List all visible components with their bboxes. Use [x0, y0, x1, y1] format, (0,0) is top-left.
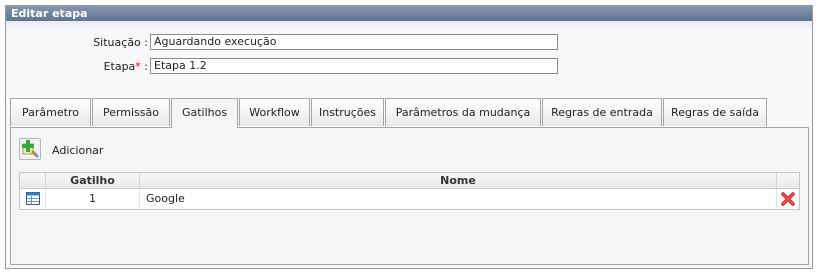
table-row[interactable]: 1 Google	[20, 189, 799, 209]
column-header-gatilho: Gatilho	[46, 173, 140, 188]
etapa-label-text: Etapa	[103, 60, 136, 73]
edit-stage-panel: Editar etapa Situação : Aguardando execu…	[5, 5, 813, 269]
row-delete-cell	[777, 189, 799, 209]
triggers-table: Gatilho Nome 1 Google	[19, 172, 800, 210]
cell-nome: Google	[140, 189, 777, 209]
panel-title: Editar etapa	[6, 6, 812, 21]
table-icon[interactable]	[26, 192, 40, 205]
etapa-field[interactable]: Etapa 1.2	[150, 58, 558, 74]
tab-regras-de-entrada[interactable]: Regras de entrada	[542, 98, 662, 126]
column-header-nome: Nome	[140, 173, 777, 188]
tab-permissao[interactable]: Permissão	[92, 98, 170, 126]
tab-parametros-da-mudanca[interactable]: Parâmetros da mudança	[385, 98, 541, 126]
add-button-label: Adicionar	[52, 144, 104, 157]
header-icon-col	[20, 173, 46, 188]
header-action-col	[777, 173, 799, 188]
situacao-field[interactable]: Aguardando execução	[150, 34, 558, 50]
etapa-label: Etapa* :	[28, 60, 148, 73]
tab-gatilhos[interactable]: Gatilhos	[171, 98, 238, 128]
table-header: Gatilho Nome	[20, 173, 799, 189]
tab-parametro[interactable]: Parâmetro	[10, 98, 91, 126]
delete-icon[interactable]	[780, 191, 796, 207]
cell-gatilho: 1	[46, 189, 140, 209]
etapa-label-separator: :	[140, 60, 148, 73]
add-green-plus-icon	[19, 138, 41, 160]
tab-workflow[interactable]: Workflow	[239, 98, 310, 126]
tab-regras-de-saida[interactable]: Regras de saída	[663, 98, 767, 126]
tab-instrucoes[interactable]: Instruções	[311, 98, 384, 126]
situacao-label: Situação :	[93, 36, 148, 49]
tab-content-gatilhos: Adicionar Gatilho Nome 1 Google	[10, 127, 809, 265]
row-icon-cell	[20, 189, 46, 209]
